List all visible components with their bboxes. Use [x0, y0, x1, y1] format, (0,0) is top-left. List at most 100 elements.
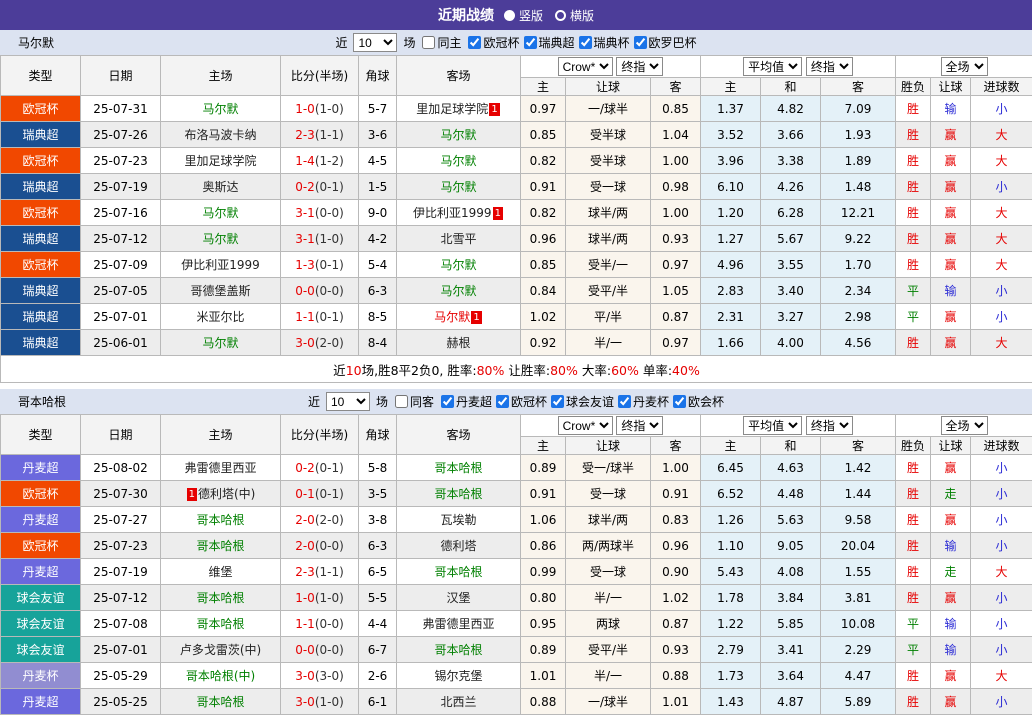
- half-time-score: (1-0): [315, 232, 344, 246]
- result-goals: 小: [971, 507, 1032, 533]
- away-team-cell: 哥本哈根: [397, 455, 521, 481]
- half-time-score: (0-0): [315, 284, 344, 298]
- league-filter-option[interactable]: 欧罗巴杯: [630, 34, 697, 51]
- score-cell: 3-1(1-0): [281, 226, 359, 252]
- league-filter-option[interactable]: 欧冠杯: [492, 393, 547, 410]
- corner-cell: 5-5: [359, 585, 397, 611]
- league-type-cell: 球会友谊: [1, 637, 81, 663]
- league-filter-checkbox[interactable]: [551, 395, 564, 408]
- crow-home-odds: 1.02: [521, 304, 566, 330]
- col-avg-draw: 和: [761, 437, 821, 455]
- league-filter-checkbox[interactable]: [468, 36, 481, 49]
- full-time-score: 0-0: [295, 643, 315, 657]
- team-label: 德利塔: [440, 539, 476, 553]
- avg-away-odds: 4.47: [821, 663, 896, 689]
- col-away: 客场: [397, 415, 521, 455]
- team-label: 维堡: [208, 565, 232, 579]
- home-team-cell: 维堡: [161, 559, 281, 585]
- match-count-select[interactable]: 10: [353, 33, 397, 52]
- league-filter-checkbox[interactable]: [524, 36, 537, 49]
- half-time-score: (1-1): [315, 128, 344, 142]
- league-filter-option[interactable]: 丹麦杯: [614, 393, 669, 410]
- match-count-select[interactable]: 10: [326, 392, 370, 411]
- col-away-odds: 客: [651, 437, 701, 455]
- league-filter-option[interactable]: 瑞典杯: [575, 34, 630, 51]
- match-row: 欧冠杯25-07-301德利塔(中)0-1(0-1)3-5哥本哈根0.91受一球…: [1, 481, 1032, 507]
- final-odds-select-2[interactable]: 终指: [806, 57, 853, 76]
- avg-draw-odds: 3.66: [761, 122, 821, 148]
- league-filter-option[interactable]: 欧会杯: [669, 393, 724, 410]
- league-filter-checkbox[interactable]: [618, 395, 631, 408]
- team-label: 马尔默: [202, 232, 238, 246]
- home-team-cell: 奥斯达: [161, 174, 281, 200]
- half-time-score: (0-0): [315, 206, 344, 220]
- avg-away-odds: 1.89: [821, 148, 896, 174]
- full-time-score: 2-3: [295, 128, 315, 142]
- scope-select[interactable]: 全场: [941, 416, 988, 435]
- team-label: 哥本哈根: [196, 695, 244, 709]
- result-goals: 小: [971, 533, 1032, 559]
- half-time-score: (1-0): [315, 695, 344, 709]
- same-venue-checkbox[interactable]: [395, 395, 408, 408]
- same-venue-filter[interactable]: 同主: [418, 34, 461, 51]
- final-odds-select[interactable]: 终指: [616, 57, 663, 76]
- league-filter-checkbox[interactable]: [579, 36, 592, 49]
- final-odds-select[interactable]: 终指: [616, 416, 663, 435]
- league-filter-checkbox[interactable]: [634, 36, 647, 49]
- avg-away-odds: 12.21: [821, 200, 896, 226]
- horizontal-layout-radio[interactable]: 横版: [555, 7, 594, 24]
- team-label: 弗雷德里西亚: [422, 617, 494, 631]
- summary-segment: 60%: [611, 363, 639, 378]
- bookmaker-select[interactable]: Crow*: [558, 416, 613, 435]
- league-type-cell: 欧冠杯: [1, 148, 81, 174]
- scope-select[interactable]: 全场: [941, 57, 988, 76]
- league-filter-option[interactable]: 欧冠杯: [464, 34, 519, 51]
- half-time-score: (0-1): [315, 180, 344, 194]
- home-team-cell: 里加足球学院: [161, 148, 281, 174]
- home-team-cell: 哥本哈根: [161, 689, 281, 715]
- final-odds-select-2[interactable]: 终指: [806, 416, 853, 435]
- col-corner: 角球: [359, 56, 397, 96]
- league-filter-checkbox[interactable]: [673, 395, 686, 408]
- average-select[interactable]: 平均值: [743, 57, 802, 76]
- result-outcome: 胜: [896, 689, 931, 715]
- summary-segment: 场,胜8平2负0, 胜率:: [362, 363, 477, 378]
- same-venue-checkbox[interactable]: [422, 36, 435, 49]
- league-filter-option[interactable]: 瑞典超: [520, 34, 575, 51]
- corner-cell: 5-7: [359, 96, 397, 122]
- home-team-cell: 哥本哈根: [161, 585, 281, 611]
- full-time-score: 2-0: [295, 539, 315, 553]
- vertical-layout-radio[interactable]: 竖版: [504, 7, 543, 24]
- same-venue-filter[interactable]: 同客: [391, 393, 434, 410]
- section-filter-bar: 哥本哈根 近 10 场 同客 丹麦超欧冠杯球会友谊丹麦杯欧会杯: [0, 389, 1032, 414]
- bookmaker-select[interactable]: Crow*: [558, 57, 613, 76]
- crow-handicap: 受半球: [566, 122, 651, 148]
- summary-segment: 单率:: [639, 363, 672, 378]
- full-time-score: 1-1: [295, 310, 315, 324]
- date-cell: 25-05-29: [81, 663, 161, 689]
- average-select[interactable]: 平均值: [743, 416, 802, 435]
- team-label: 米亚尔比: [196, 310, 244, 324]
- col-avg-away: 客: [821, 78, 896, 96]
- red-card-badge: 1: [471, 311, 481, 324]
- crow-away-odds: 0.90: [651, 559, 701, 585]
- away-team-cell: 赫根: [397, 330, 521, 356]
- crow-away-odds: 0.93: [651, 637, 701, 663]
- team-label: 哥本哈根: [434, 643, 482, 657]
- result-outcome: 平: [896, 611, 931, 637]
- result-outcome: 胜: [896, 226, 931, 252]
- league-filter-checkbox[interactable]: [441, 395, 454, 408]
- crow-home-odds: 1.06: [521, 507, 566, 533]
- result-goals: 大: [971, 226, 1032, 252]
- league-filter-option[interactable]: 丹麦超: [437, 393, 492, 410]
- result-outcome: 胜: [896, 481, 931, 507]
- league-filter-checkbox[interactable]: [496, 395, 509, 408]
- score-cell: 1-1(0-0): [281, 611, 359, 637]
- result-goals: 小: [971, 96, 1032, 122]
- half-time-score: (1-1): [315, 565, 344, 579]
- league-type-cell: 丹麦杯: [1, 663, 81, 689]
- half-time-score: (1-0): [315, 591, 344, 605]
- avg-home-odds: 3.52: [701, 122, 761, 148]
- league-filter-option[interactable]: 球会友谊: [547, 393, 614, 410]
- away-team-cell: 马尔默: [397, 148, 521, 174]
